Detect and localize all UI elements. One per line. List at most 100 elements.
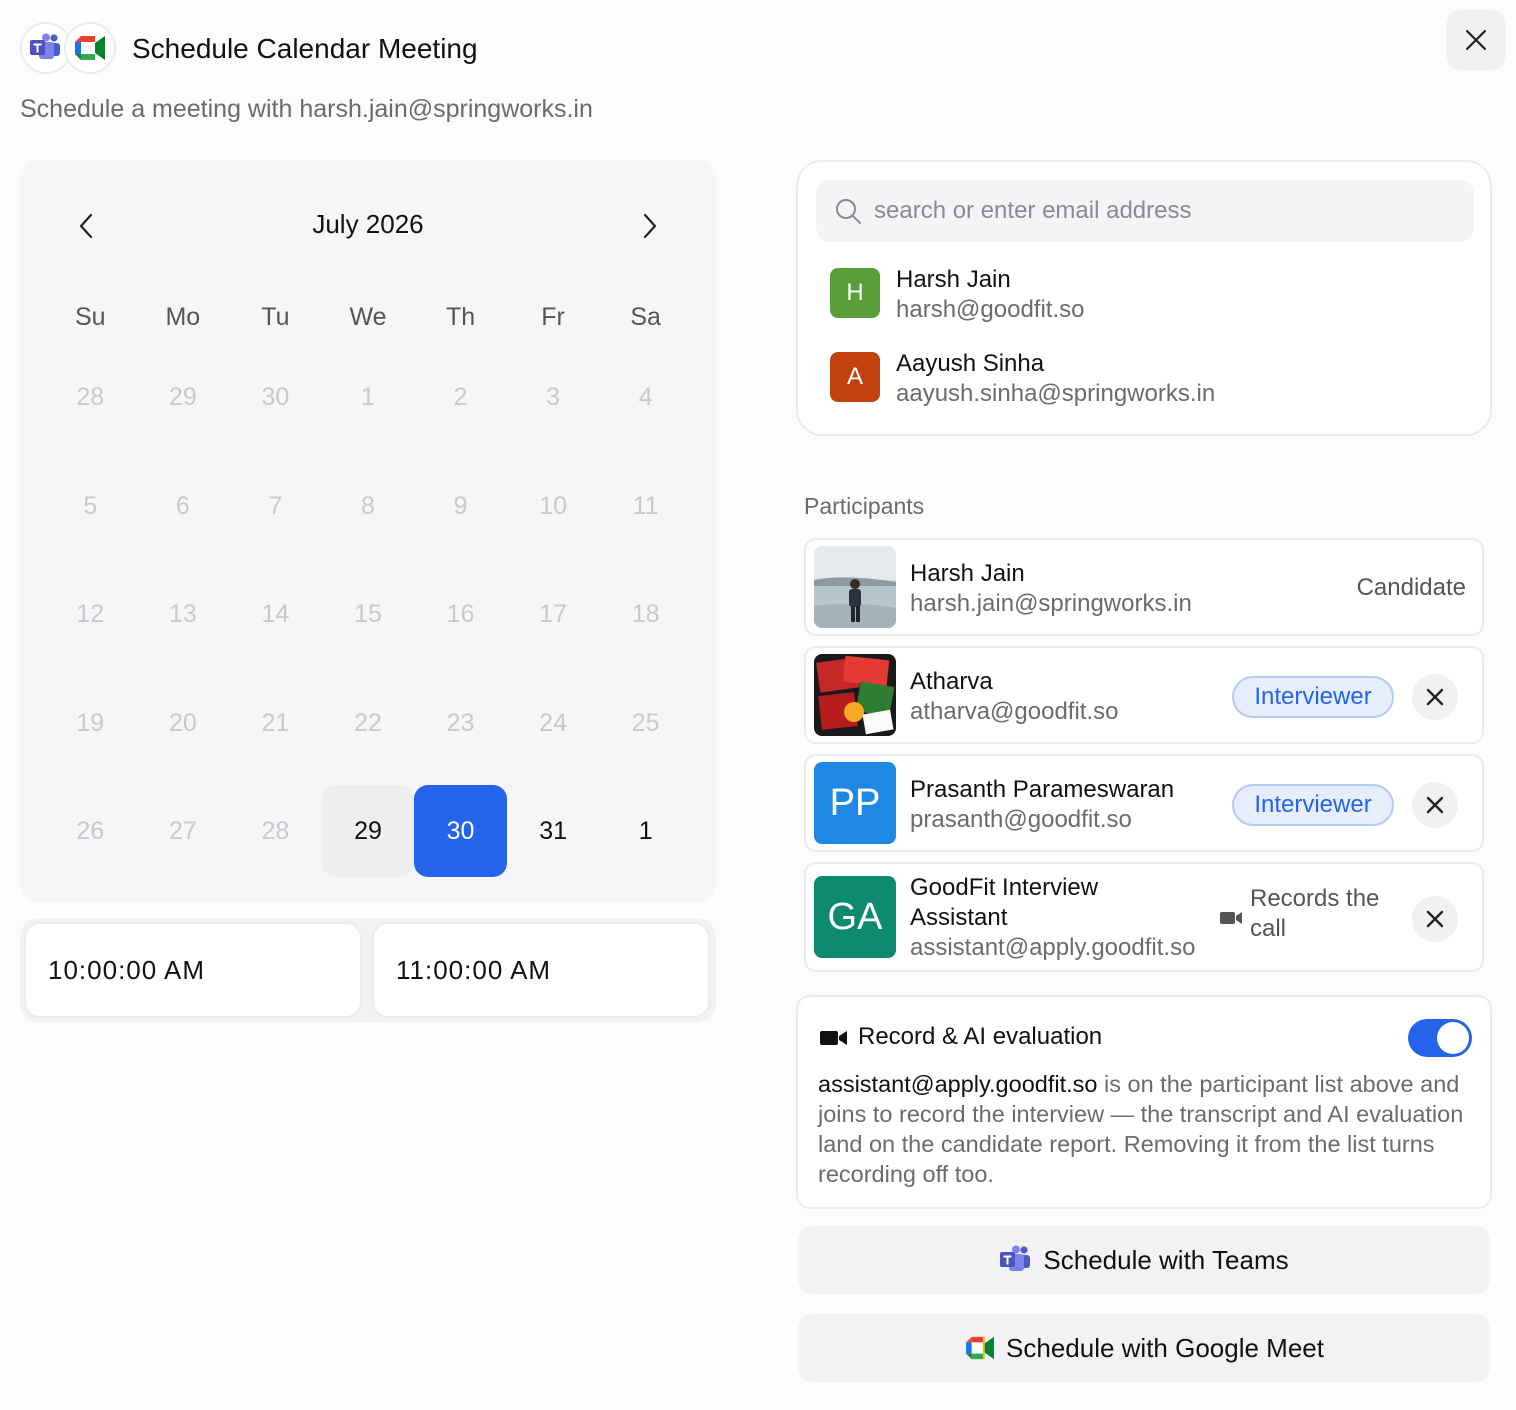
- calendar-week: 5 6 7 8 9 10 11: [44, 460, 692, 552]
- calendar-day-disabled: 7: [268, 491, 283, 520]
- calendar-day-disabled: 13: [168, 599, 197, 628]
- calendar-day-disabled: 15: [354, 599, 382, 628]
- record-title: Record & AI evaluation: [858, 1023, 1103, 1050]
- close-button[interactable]: [1446, 10, 1506, 70]
- calendar-day-disabled: 17: [539, 599, 567, 628]
- calendar-day[interactable]: 1: [599, 785, 692, 877]
- calendar-day-disabled: 28: [76, 382, 105, 411]
- role-label: Candidate: [1356, 574, 1466, 601]
- suggestion-email: aayush.sinha@springworks.in: [896, 380, 1216, 407]
- next-month-button[interactable]: [630, 206, 670, 246]
- weekday-label: We: [349, 302, 387, 331]
- end-time-input[interactable]: 11:00:00 AM: [372, 922, 710, 1018]
- calendar-day-disabled: 30: [261, 382, 290, 411]
- calendar-day-disabled: 4: [638, 382, 653, 411]
- suggestion-item[interactable]: A Aayush Sinha aayush.sinha@springworks.…: [830, 350, 1460, 407]
- participants-heading: Participants: [804, 493, 925, 519]
- calendar-day-disabled: 6: [175, 491, 190, 520]
- calendar-day-disabled: 9: [453, 491, 468, 520]
- calendar-day-disabled: 19: [76, 708, 105, 737]
- suggestion-name: Harsh Jain: [896, 266, 1011, 293]
- weekday-label: Tu: [261, 302, 290, 331]
- calendar-day-disabled: 27: [168, 816, 197, 845]
- participant-search-card: H Harsh Jain harsh@goodfit.so A Aayush S…: [796, 160, 1492, 436]
- weekday-header: Su Mo Tu We Th Fr Sa: [44, 292, 692, 342]
- calendar-day-disabled: 23: [446, 708, 475, 737]
- participant-email: atharva@goodfit.so: [910, 698, 1119, 725]
- remove-participant-button[interactable]: [1412, 896, 1458, 942]
- google-meet-logo-icon: [64, 22, 116, 74]
- participant-card: Harsh Jain harsh.jain@springworks.in Can…: [804, 538, 1484, 636]
- search-input[interactable]: [874, 197, 1434, 225]
- remove-participant-button[interactable]: [1412, 674, 1458, 720]
- calendar-day-disabled: 21: [261, 708, 290, 737]
- suggestion-email: harsh@goodfit.so: [896, 296, 1085, 323]
- avatar: PP: [814, 762, 896, 844]
- calendar-day[interactable]: 31: [507, 785, 600, 877]
- calendar-day-disabled: 24: [539, 708, 567, 737]
- time-range: 10:00:00 AM 11:00:00 AM: [20, 918, 716, 1022]
- date-picker: July 2026 Su Mo Tu We Th Fr Sa 28 29 30 …: [20, 160, 716, 902]
- calendar-day-disabled: 20: [168, 708, 197, 737]
- weekday-label: Sa: [630, 302, 661, 331]
- calendar-day-disabled: 14: [261, 599, 290, 628]
- calendar-week: 12 13 14 15 16 17 18: [44, 568, 692, 660]
- participant-email: harsh.jain@springworks.in: [910, 590, 1192, 617]
- calendar-day-disabled: 22: [354, 708, 382, 737]
- participant-name: Harsh Jain: [910, 560, 1025, 587]
- avatar: H: [830, 268, 880, 318]
- weekday-label: Th: [445, 302, 476, 331]
- weekday-label: Mo: [165, 302, 201, 331]
- assistant-email: assistant@apply.goodfit.so: [818, 1071, 1098, 1097]
- participant-name: Prasanth Parameswaran: [910, 776, 1175, 803]
- close-icon: [1426, 796, 1444, 814]
- avatar: [814, 654, 896, 736]
- calendar-day-disabled: 1: [361, 382, 375, 411]
- toggle-knob: [1437, 1022, 1469, 1054]
- calendar-week: 19 20 21 22 23 24 25: [44, 677, 692, 769]
- calendar-day-disabled: 5: [83, 491, 98, 520]
- video-camera-icon: [1220, 912, 1242, 924]
- participant-card: PP Prasanth Parameswaran prasanth@goodfi…: [804, 754, 1484, 852]
- calendar-day-disabled: 28: [261, 816, 290, 845]
- calendar-day-disabled: 16: [446, 599, 475, 628]
- record-toggle[interactable]: [1408, 1019, 1472, 1057]
- calendar-day-disabled: 11: [632, 491, 659, 520]
- teams-icon: [999, 1245, 1033, 1275]
- chevron-right-icon: [643, 213, 657, 239]
- search-icon: [836, 199, 861, 224]
- start-time-input[interactable]: 10:00:00 AM: [24, 922, 362, 1018]
- participant-name-line: Assistant: [910, 904, 1008, 931]
- month-label: July 2026: [312, 209, 424, 239]
- participant-card: GA GoodFit Interview Assistant assistant…: [804, 862, 1484, 972]
- role-badge[interactable]: Interviewer: [1232, 784, 1394, 826]
- calendar-week: 28 29 30 1 2 3 4: [44, 351, 692, 443]
- profile-photo: [814, 546, 896, 628]
- google-meet-icon: [964, 1335, 996, 1361]
- schedule-google-meet-button[interactable]: Schedule with Google Meet: [798, 1314, 1490, 1382]
- role-badge[interactable]: Interviewer: [1232, 676, 1394, 718]
- remove-participant-button[interactable]: [1412, 782, 1458, 828]
- search-box: [816, 180, 1474, 242]
- recording-note-text: Records the call: [1250, 885, 1380, 942]
- calendar-day-today[interactable]: 29: [321, 785, 415, 877]
- schedule-google-meet-label: Schedule with Google Meet: [1006, 1332, 1324, 1363]
- video-camera-icon: [820, 1031, 847, 1045]
- calendar-day-disabled: 26: [76, 816, 105, 845]
- avatar: A: [830, 352, 880, 402]
- calendar-day-selected[interactable]: 30: [414, 785, 507, 877]
- avatar: [814, 546, 896, 628]
- participant-email: assistant@apply.goodfit.so: [910, 934, 1196, 961]
- calendar-day-disabled: 12: [76, 599, 105, 628]
- schedule-teams-label: Schedule with Teams: [1043, 1244, 1289, 1275]
- schedule-teams-button[interactable]: Schedule with Teams: [798, 1226, 1490, 1294]
- suggestion-item[interactable]: H Harsh Jain harsh@goodfit.so: [830, 266, 1460, 323]
- suggestion-name: Aayush Sinha: [896, 350, 1045, 377]
- record-ai-evaluation-card: Record & AI evaluation assistant@apply.g…: [796, 995, 1492, 1209]
- profile-photo: [814, 654, 896, 736]
- calendar-day-disabled: 8: [361, 491, 375, 520]
- participant-email: prasanth@goodfit.so: [910, 806, 1132, 833]
- page-title: Schedule Calendar Meeting: [132, 33, 478, 64]
- page-subtitle: Schedule a meeting with harsh.jain@sprin…: [20, 95, 593, 123]
- close-icon: [1465, 29, 1487, 51]
